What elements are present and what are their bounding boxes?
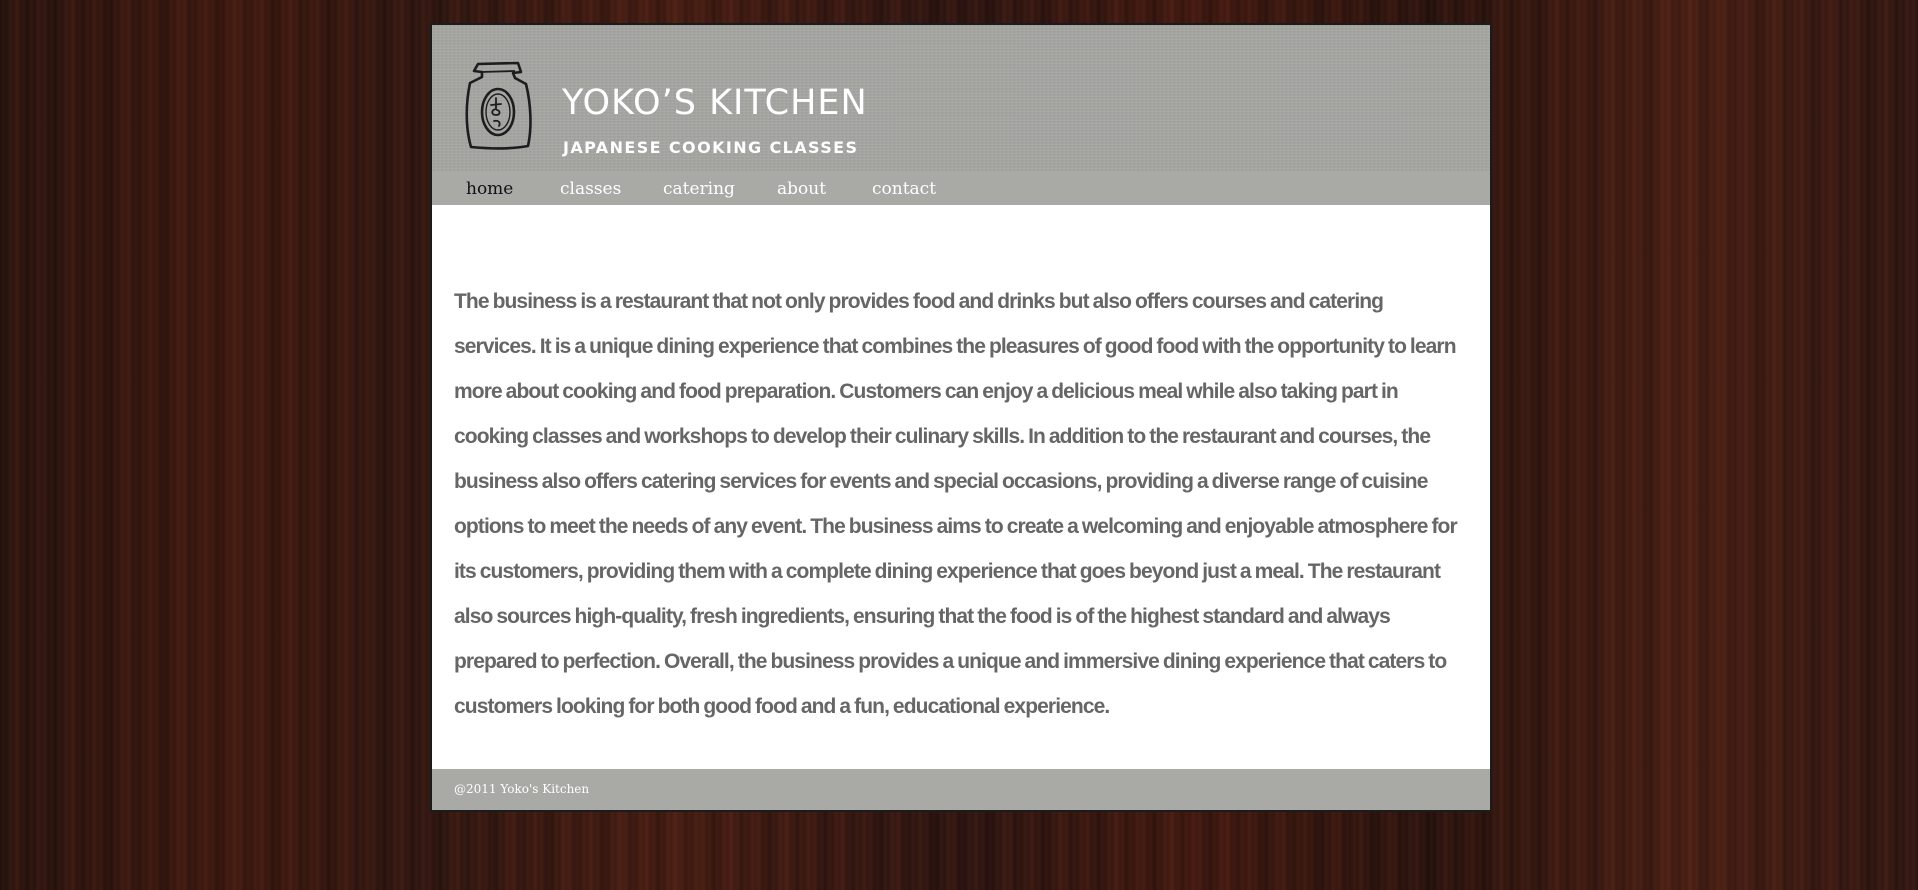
nav-item-catering[interactable]: catering — [663, 178, 735, 200]
site-header: YOKO’S KITCHEN JAPANESE COOKING CLASSES — [432, 25, 1490, 172]
page-container: YOKO’S KITCHEN JAPANESE COOKING CLASSES … — [430, 23, 1492, 812]
copyright-text: @2011 Yoko's Kitchen — [454, 782, 590, 796]
nav-item-classes[interactable]: classes — [560, 178, 621, 200]
yoko-bag-logo-icon — [465, 61, 532, 150]
site-subtitle: JAPANESE COOKING CLASSES — [563, 138, 859, 157]
nav-item-contact[interactable]: contact — [872, 178, 936, 200]
nav-item-home[interactable]: home — [466, 178, 513, 200]
nav-item-about[interactable]: about — [777, 178, 826, 200]
business-description: The business is a restaurant that not on… — [454, 290, 1458, 718]
site-footer: @2011 Yoko's Kitchen — [432, 769, 1490, 810]
main-nav: home classes catering about contact — [432, 172, 1490, 205]
site-title: YOKO’S KITCHEN — [562, 83, 868, 123]
